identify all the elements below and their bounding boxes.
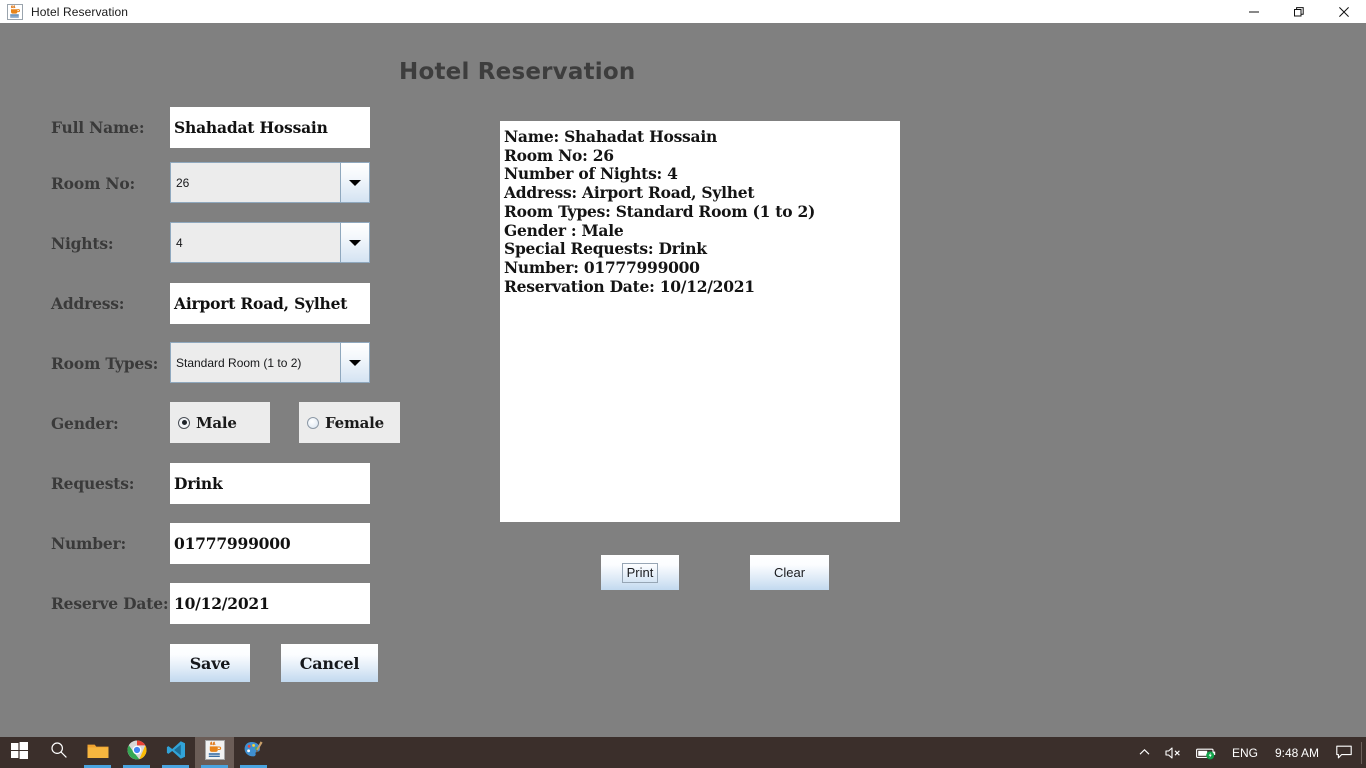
summary-line: Reservation Date: 10/12/2021 — [504, 276, 755, 296]
reserve-date-input[interactable]: 10/12/2021 — [170, 583, 370, 624]
print-button[interactable]: Print — [601, 555, 679, 590]
label-room-types: Room Types: — [51, 354, 159, 373]
room-types-select[interactable]: Standard Room (1 to 2) — [170, 342, 370, 383]
minimize-icon[interactable] — [1231, 0, 1276, 23]
number-input[interactable]: 01777999000 — [170, 523, 370, 564]
address-input[interactable]: Airport Road, Sylhet — [170, 283, 370, 324]
java-coffee-icon — [204, 740, 225, 765]
language-indicator[interactable]: ENG — [1225, 737, 1265, 768]
chevron-up-icon[interactable] — [1131, 737, 1158, 768]
summary-line: Special Requests: Drink — [504, 239, 707, 259]
summary-line: Number of Nights: 4 — [504, 164, 678, 184]
label-room-no: Room No: — [51, 174, 135, 193]
restore-icon[interactable] — [1276, 0, 1321, 23]
java-coffee-icon — [7, 3, 23, 20]
search-button[interactable] — [39, 737, 78, 768]
reservation-summary-panel: Name: Shahadat Hossain Room No: 26 Numbe… — [500, 121, 900, 522]
vscode-button[interactable] — [156, 737, 195, 768]
room-types-select-value: Standard Room (1 to 2) — [176, 355, 302, 370]
room-no-select[interactable]: 26 — [170, 162, 370, 203]
label-address: Address: — [51, 294, 125, 313]
window-title-bar: Hotel Reservation — [0, 0, 1366, 24]
paint-palette-icon — [243, 740, 265, 765]
taskbar: ENG 9:48 AM — [0, 737, 1366, 768]
print-button-label: Print — [621, 562, 659, 583]
paint-button[interactable] — [234, 737, 273, 768]
summary-line: Address: Airport Road, Sylhet — [504, 183, 755, 203]
save-button-label: Save — [189, 653, 231, 673]
start-button[interactable] — [0, 737, 39, 768]
cancel-button-label: Cancel — [299, 653, 360, 673]
chevron-down-icon[interactable] — [340, 343, 369, 382]
label-reserve-date: Reserve Date: — [51, 594, 169, 613]
clock[interactable]: 9:48 AM — [1265, 737, 1329, 768]
java-app-button[interactable] — [195, 737, 234, 768]
label-nights: Nights: — [51, 234, 114, 253]
screen: Hotel Reservation Hotel Reservation Full… — [0, 0, 1366, 768]
radio-selected-icon — [178, 416, 190, 429]
clear-button[interactable]: Clear — [750, 555, 829, 590]
file-explorer-button[interactable] — [78, 737, 117, 768]
summary-line: Number: 01777999000 — [504, 257, 700, 277]
clock-label: 9:48 AM — [1274, 745, 1319, 760]
save-button[interactable]: Save — [170, 644, 250, 682]
application-content: Hotel Reservation Full Name: Room No: Ni… — [0, 23, 1366, 737]
show-desktop-divider[interactable] — [1361, 741, 1362, 764]
battery-charging-icon[interactable] — [1189, 737, 1225, 768]
close-icon[interactable] — [1321, 0, 1366, 23]
windows-logo-icon — [11, 741, 28, 764]
language-label: ENG — [1231, 745, 1258, 760]
room-no-select-value: 26 — [176, 175, 190, 190]
summary-line: Gender : Male — [504, 220, 624, 240]
nights-select[interactable]: 4 — [170, 222, 370, 263]
gender-radio-female[interactable]: Female — [299, 402, 400, 443]
vscode-icon — [166, 740, 186, 765]
chrome-icon — [127, 740, 147, 765]
search-icon — [50, 741, 68, 764]
label-gender: Gender: — [51, 414, 119, 433]
full-name-input[interactable]: Shahadat Hossain — [170, 107, 370, 148]
label-number: Number: — [51, 534, 127, 553]
gender-male-label: Male — [196, 413, 237, 432]
radio-unselected-icon — [307, 416, 319, 429]
window-title: Hotel Reservation — [31, 4, 129, 19]
summary-line: Room No: 26 — [504, 145, 614, 165]
system-tray: ENG 9:48 AM — [1131, 737, 1366, 768]
page-title: Hotel Reservation — [399, 59, 636, 85]
folder-icon — [87, 741, 109, 764]
speaker-muted-icon[interactable] — [1158, 737, 1189, 768]
requests-input[interactable]: Drink — [170, 463, 370, 504]
clear-button-label: Clear — [773, 565, 806, 580]
label-full-name: Full Name: — [51, 118, 145, 137]
label-requests: Requests: — [51, 474, 135, 493]
gender-female-label: Female — [325, 413, 385, 432]
gender-radio-male[interactable]: Male — [170, 402, 270, 443]
cancel-button[interactable]: Cancel — [281, 644, 378, 682]
notification-icon[interactable] — [1329, 737, 1359, 768]
nights-select-value: 4 — [176, 235, 183, 250]
summary-line: Name: Shahadat Hossain — [504, 127, 717, 146]
chrome-button[interactable] — [117, 737, 156, 768]
chevron-down-icon[interactable] — [340, 223, 369, 262]
chevron-down-icon[interactable] — [340, 163, 369, 202]
summary-line: Room Types: Standard Room (1 to 2) — [504, 201, 816, 221]
